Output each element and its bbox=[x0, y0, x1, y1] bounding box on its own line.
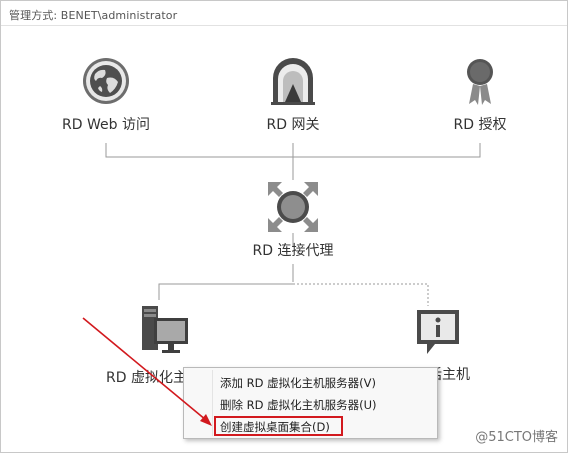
watermark-text: @51CTO博客 bbox=[475, 430, 558, 445]
annotation-arrow bbox=[82, 317, 212, 426]
